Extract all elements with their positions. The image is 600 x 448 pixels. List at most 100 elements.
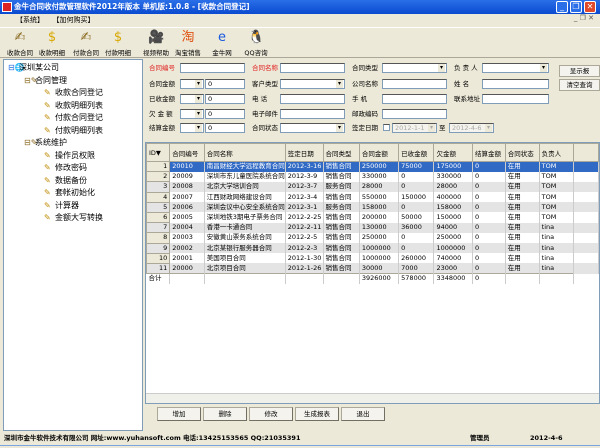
status-label: 合同状态: [252, 124, 278, 132]
company-input[interactable]: [382, 79, 447, 89]
toolbar-button-0[interactable]: ✍ 收款合同: [4, 30, 36, 57]
status-bar: 深圳市金牛软件技术有限公司 网址:www.yuhansoft.com 电话:13…: [0, 431, 600, 446]
owed-operator-select[interactable]: [180, 109, 204, 119]
column-header[interactable]: 结算金额: [471, 143, 506, 162]
table-cell: 9: [146, 242, 171, 254]
toolbar-button-4[interactable]: 🎥 视频帮助: [140, 30, 172, 57]
minimize-button[interactable]: _: [556, 1, 568, 13]
settled-operator-select[interactable]: [180, 123, 204, 133]
mdi-window-controls[interactable]: _ ❐ ✕: [574, 14, 594, 22]
tree-item[interactable]: ✎ 付款合同登记: [44, 112, 103, 123]
horizontal-scrollbar[interactable]: [146, 393, 599, 403]
tree-root[interactable]: ⊟🌐深圳某公司: [8, 62, 59, 73]
sign-date-checkbox[interactable]: [383, 124, 390, 131]
column-header[interactable]: 合同状态: [504, 143, 540, 162]
table-row[interactable]: 5 20006 深圳会议中心安全系统合同 2012-3-1 服务合同 158000 0 158…: [146, 201, 599, 213]
tree-group[interactable]: ⊟✎系统维护: [24, 137, 67, 148]
address-input[interactable]: [482, 94, 549, 104]
customer-type-select[interactable]: [280, 79, 345, 89]
toolbar-button-2[interactable]: ✍ 付款合同: [70, 30, 102, 57]
column-header[interactable]: 已收金额: [398, 143, 435, 162]
menu-purchase[interactable]: 【加何购买】: [56, 16, 95, 24]
table-cell: 75000: [398, 161, 435, 172]
show-report-button[interactable]: 显示报: [559, 65, 600, 77]
table-row[interactable]: 9 20002 北京某银行服务器合同 2012-2-3 销售合同 1000000 0 1000…: [146, 242, 599, 254]
add-button[interactable]: 增加: [157, 407, 201, 421]
toolbar-button-5[interactable]: 淘淘宝销售: [172, 30, 204, 57]
contract-grid[interactable]: ID▼ 合同编号 合同名称 签定日期 合同类型 合同金额 已收金额 欠金额 结算金额 合同状态 负责…: [145, 142, 600, 404]
menu-bar: 【系统】 【加何购买】: [0, 14, 600, 27]
status-select[interactable]: [280, 123, 345, 133]
toolbar-button-7[interactable]: 🐧 QQ咨询: [240, 30, 272, 57]
generate-report-button[interactable]: 生成报表: [295, 407, 339, 421]
column-header[interactable]: 合同名称: [203, 143, 286, 162]
tree-item[interactable]: ✎ 金额大写转换: [44, 212, 103, 223]
toolbar-button-3[interactable]: $ 付款明细: [102, 30, 134, 57]
restore-button[interactable]: ❐: [570, 1, 582, 13]
tree-item[interactable]: ✎ 数据备份: [44, 175, 87, 186]
tree-item[interactable]: ✎ 收款明细列表: [44, 100, 103, 111]
table-cell: 2012-2-5: [285, 232, 324, 243]
close-button[interactable]: ✕: [584, 1, 596, 13]
column-header[interactable]: 合同金额: [358, 143, 400, 162]
amount-input[interactable]: 0: [205, 79, 245, 89]
tree-label: 收款明细列表: [55, 100, 103, 110]
edit-button[interactable]: 修改: [249, 407, 293, 421]
email-input[interactable]: [280, 109, 345, 119]
tree-item[interactable]: ✎ 付款明细列表: [44, 125, 103, 136]
column-header[interactable]: 签定日期: [284, 143, 324, 162]
postcode-input[interactable]: [382, 109, 447, 119]
phone-input[interactable]: [280, 94, 345, 104]
menu-system[interactable]: 【系统】: [16, 16, 44, 24]
mobile-input[interactable]: [382, 94, 447, 104]
exit-button[interactable]: 退出: [341, 407, 385, 421]
toolbar-button-6[interactable]: e 金牛网: [206, 30, 238, 57]
table-row[interactable]: 10 20001 美国项目合同 2012-1-30 销售合同 1000000 260000 7…: [146, 252, 599, 264]
table-row[interactable]: 6 20005 深圳地铁3期电子票务合同 2012-2-25 销售合同 200000 500…: [146, 211, 599, 224]
received-operator-select[interactable]: [180, 94, 204, 104]
tree-item[interactable]: ✎ 操作员权限: [44, 150, 95, 161]
table-row[interactable]: 3 20008 北京大学培训合同 2012-3-7 服务合同 28000 0 28000 0 在用…: [146, 181, 599, 193]
clear-query-button[interactable]: 清空查询: [559, 79, 600, 91]
table-row[interactable]: 2 20009 深圳市东儿童医院系统合同 2012-3-9 销售合同 330000 0 330…: [146, 171, 599, 183]
contract-no-label: 合同编号: [149, 64, 175, 72]
contract-no-input[interactable]: [180, 63, 245, 73]
navigation-tree[interactable]: ⊟🌐深圳某公司 ⊟✎合同管理 ✎ 收款合同登记 ✎ 收款明细列表 ✎ 付款合同登记 ✎ 付款明细列…: [3, 59, 143, 431]
tree-item[interactable]: ✎ 套帐初始化: [44, 187, 95, 198]
column-header[interactable]: 合同编号: [169, 143, 205, 162]
email-label: 电子邮件: [252, 110, 278, 118]
tree-item[interactable]: ✎ 收款合同登记: [44, 87, 103, 98]
tree-item[interactable]: ✎ 修改密码: [44, 162, 87, 173]
contract-name-input[interactable]: [280, 63, 345, 73]
column-header[interactable]: 欠金额: [433, 143, 473, 162]
table-row[interactable]: 7 20004 香港一卡通合同 2012-2-11 销售合同 130000 36000 940…: [146, 222, 599, 234]
column-header[interactable]: 负责人: [538, 143, 574, 162]
column-header[interactable]: ID▼: [146, 143, 171, 162]
owner-select[interactable]: [482, 63, 549, 73]
amount-operator-select[interactable]: [180, 79, 204, 89]
table-cell: 服务合同: [323, 202, 360, 213]
item-icon: ✎: [44, 100, 51, 110]
date-from-picker[interactable]: 2012-1-1: [392, 123, 437, 133]
to-label: 至: [439, 124, 446, 132]
toolbar-label: 收款合同: [7, 49, 33, 57]
toolbar-button-1[interactable]: $ 收款明细: [36, 30, 68, 57]
table-cell: 2012-2-3: [285, 243, 324, 254]
table-row[interactable]: 1 20010 南昌财经大学远程教育合同 2012-3-16 销售合同 250000 750…: [146, 160, 599, 173]
delete-button[interactable]: 删除: [203, 407, 247, 421]
table-row[interactable]: 8 20003 安徽黄山票务系统合同 2012-2-5 销售合同 250000 0 25000…: [146, 232, 599, 244]
owed-input[interactable]: 0: [205, 109, 245, 119]
table-cell: 1000000: [359, 243, 400, 254]
table-row[interactable]: 4 20007 江西财政网络建设合同 2012-3-4 销售合同 550000 150000…: [146, 191, 599, 203]
table-cell: 0: [398, 232, 435, 243]
settled-input[interactable]: 0: [205, 123, 245, 133]
date-to-picker[interactable]: 2012-4-6: [449, 123, 494, 133]
column-header[interactable]: 合同类型: [322, 143, 360, 162]
table-cell: 330000: [359, 171, 400, 182]
tree-group[interactable]: ⊟✎合同管理: [24, 75, 67, 86]
received-input[interactable]: 0: [205, 94, 245, 104]
contract-type-select[interactable]: [382, 63, 447, 73]
tree-item[interactable]: ✎ 计算器: [44, 200, 79, 211]
name-input[interactable]: [482, 79, 549, 89]
table-row[interactable]: 11 20000 北京项目合同 2012-1-26 销售合同 30000 7000 23000…: [146, 262, 599, 275]
